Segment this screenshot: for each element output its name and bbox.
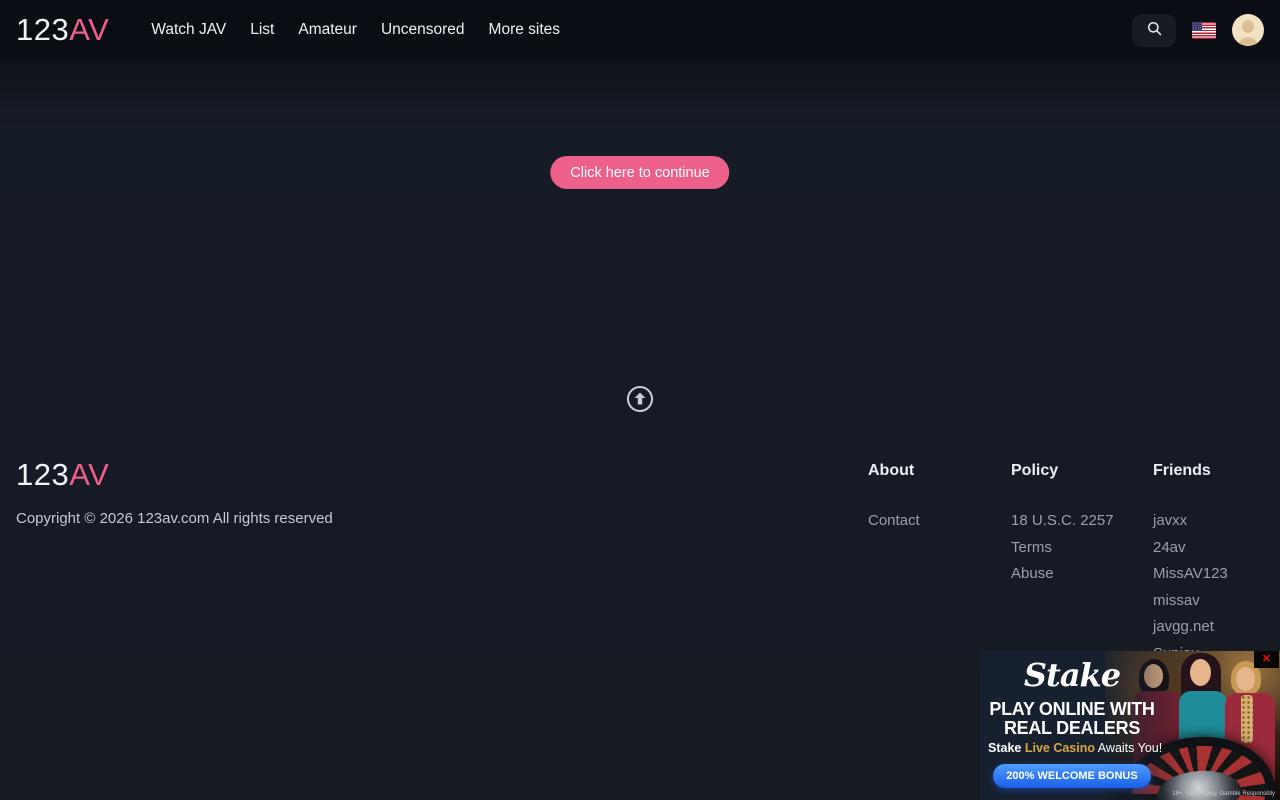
footer-column-title: Policy	[1011, 462, 1153, 480]
nav-item-uncensored[interactable]: Uncensored	[381, 21, 465, 39]
list-item: 18 U.S.C. 2257	[1011, 508, 1153, 535]
list-item: javgg.net	[1153, 614, 1280, 641]
list-item: MissAV123	[1153, 561, 1280, 588]
footer-link-24av[interactable]: 24av	[1153, 539, 1186, 556]
list-item: Terms	[1011, 535, 1153, 562]
ad-cta-button[interactable]: 200% WELCOME BONUS	[993, 764, 1150, 788]
ad-tagline: Stake Live Casino Awaits You!	[988, 741, 1156, 755]
footer-link-terms[interactable]: Terms	[1011, 539, 1052, 556]
copyright-text: Copyright © 2026 123av.com All rights re…	[16, 510, 333, 527]
main-nav: Watch JAV List Amateur Uncensored More s…	[151, 21, 560, 39]
nav-item-more-sites[interactable]: More sites	[489, 21, 561, 39]
ad-text-block: Stake PLAY ONLINE WITH REAL DEALERS Stak…	[988, 656, 1156, 788]
footer-link-missav123[interactable]: MissAV123	[1153, 565, 1228, 582]
footer-logo[interactable]: 123AV	[16, 457, 109, 493]
footer-column-title: Friends	[1153, 462, 1280, 480]
footer-logo-text-1: 123	[16, 457, 69, 492]
avatar[interactable]	[1232, 14, 1264, 46]
footer-link-abuse[interactable]: Abuse	[1011, 565, 1054, 582]
list-item: missav	[1153, 588, 1280, 615]
search-icon	[1146, 20, 1163, 40]
ad-tagline-suffix: Awaits You!	[1095, 741, 1162, 755]
footer-logo-text-2: AV	[69, 457, 109, 492]
ad-close-button[interactable]: ✕	[1254, 651, 1279, 668]
footer-column-about: About Contact	[868, 462, 1010, 535]
footer-link-missav[interactable]: missav	[1153, 592, 1200, 609]
site-logo-text-2: AV	[69, 12, 109, 47]
list-item: 24av	[1153, 535, 1280, 562]
nav-item-amateur[interactable]: Amateur	[298, 21, 357, 39]
site-logo-text-1: 123	[16, 12, 69, 47]
nav-item-watch-jav[interactable]: Watch JAV	[151, 21, 226, 39]
search-button[interactable]	[1132, 14, 1176, 47]
ad-headline-line1: PLAY ONLINE WITH	[988, 700, 1156, 719]
list-item: javxx	[1153, 508, 1280, 535]
stake-logo: Stake	[988, 656, 1156, 694]
ad-disclaimer-text: 18+, T&Cs Apply, Gamble Responsibly	[1172, 791, 1275, 797]
ad-tagline-brand: Stake	[988, 741, 1025, 755]
us-flag-icon[interactable]	[1192, 22, 1216, 39]
list-item: Abuse	[1011, 561, 1153, 588]
nav-item-list[interactable]: List	[250, 21, 274, 39]
stake-casino-ad-banner[interactable]: Stake PLAY ONLINE WITH REAL DEALERS Stak…	[980, 651, 1280, 800]
navbar: 123AV Watch JAV List Amateur Uncensored …	[0, 0, 1280, 60]
footer-link-javgg[interactable]: javgg.net	[1153, 618, 1214, 635]
ad-tagline-highlight: Live Casino	[1025, 741, 1095, 755]
continue-button[interactable]: Click here to continue	[550, 156, 729, 189]
footer-column-friends: Friends javxx 24av MissAV123 missav javg…	[1153, 462, 1280, 668]
navbar-right	[1132, 14, 1264, 47]
footer-link-2257[interactable]: 18 U.S.C. 2257	[1011, 512, 1114, 529]
list-item: Contact	[868, 508, 1010, 535]
arrow-up-circle-icon	[626, 401, 654, 416]
ad-headline-line2: REAL DEALERS	[988, 719, 1156, 738]
site-logo[interactable]: 123AV	[16, 12, 109, 48]
back-to-top-button[interactable]	[626, 385, 654, 413]
footer-column-policy: Policy 18 U.S.C. 2257 Terms Abuse	[1011, 462, 1153, 588]
footer-link-contact[interactable]: Contact	[868, 512, 920, 529]
footer-link-javxx[interactable]: javxx	[1153, 512, 1187, 529]
footer-column-title: About	[868, 462, 1010, 480]
